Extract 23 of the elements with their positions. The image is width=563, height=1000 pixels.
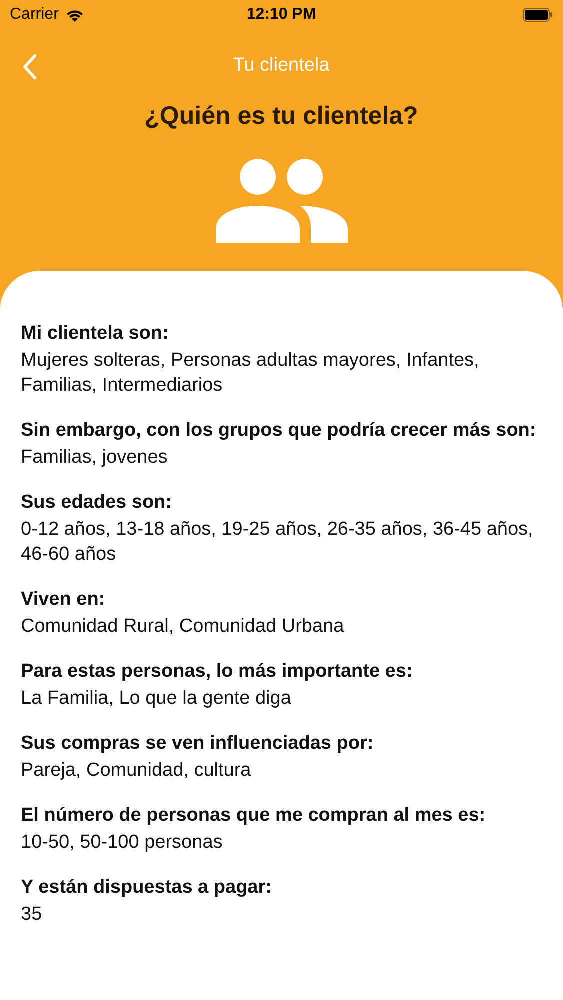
nav-title: Tu clientela [233, 55, 330, 77]
section-label: Viven en: [21, 588, 106, 612]
page-heading: ¿Quién es tu clientela? [144, 102, 420, 131]
section-label: El número de personas que me compran al mes es: [21, 804, 487, 828]
carrier-label: Carrier [10, 6, 59, 24]
section-value: Comunidad Rural, Comunidad Urbana [21, 615, 346, 639]
section-value: Pareja, Comunidad, cultura [21, 759, 252, 783]
section-value: 10-50, 50-100 personas [21, 831, 224, 855]
clock-time: 12:10 PM [246, 6, 316, 24]
section-value: 35 [21, 903, 44, 927]
section-label: Sus edades son: [21, 491, 173, 515]
section-label: Sin embargo, con los grupos que podría crecer más son: [21, 419, 538, 443]
section-value: 0-12 años, 13-18 años, 19-25 años, 26-35 años, 36-45 años, 46-60 años [21, 518, 534, 567]
section-value: Mujeres solteras, Personas adultas mayores, Infantes, Familias, Intermediarios [21, 349, 480, 398]
back-chevron-icon [22, 54, 38, 80]
battery-icon [523, 8, 553, 22]
people-icon [216, 159, 348, 243]
section-label: Sus compras se ven influenciadas por: [21, 732, 375, 756]
section-label: Para estas personas, lo más importante es: [21, 660, 414, 684]
section-label: Y están dispuestas a pagar: [21, 876, 273, 900]
section-label: Mi clientela son: [21, 322, 170, 346]
section-value: La Familia, Lo que la gente diga [21, 687, 292, 711]
section-value: Familias, jovenes [21, 446, 169, 470]
